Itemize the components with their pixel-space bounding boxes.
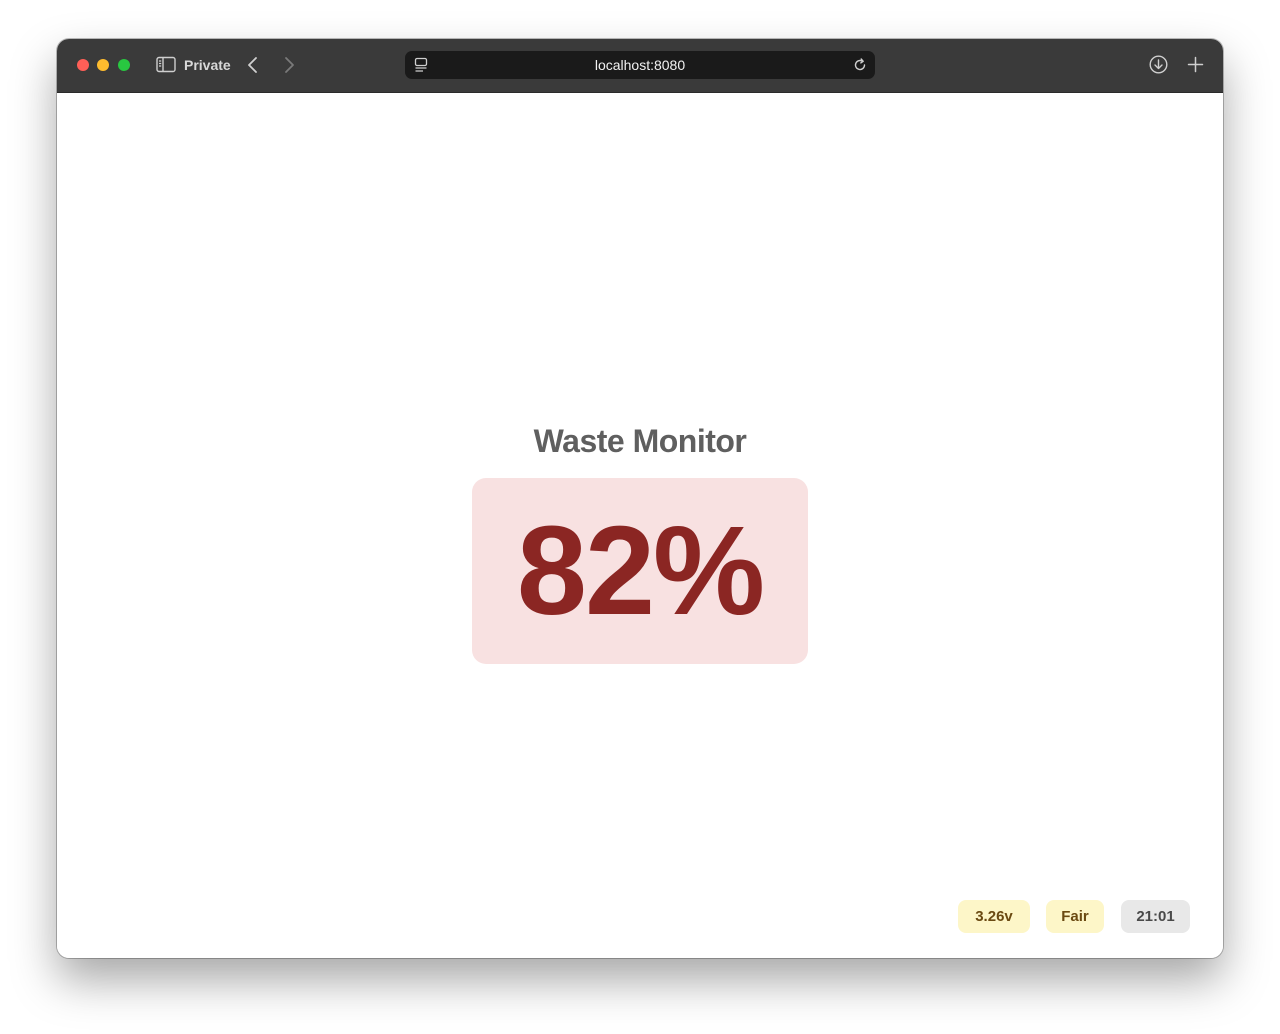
time-badge: 21:01 — [1121, 900, 1190, 933]
chevron-left-icon[interactable] — [246, 55, 260, 75]
reload-icon[interactable] — [853, 58, 867, 72]
browser-toolbar: Private localhost:8080 — [57, 39, 1223, 93]
private-mode-label: Private — [184, 57, 231, 73]
plus-icon[interactable] — [1187, 56, 1204, 73]
signal-badge: Fair — [1046, 900, 1104, 933]
chevron-right-icon[interactable] — [282, 55, 296, 75]
sidebar-icon[interactable] — [156, 56, 176, 73]
close-window-button[interactable] — [77, 59, 89, 71]
fill-level-card: 82% — [472, 478, 808, 664]
maximize-window-button[interactable] — [118, 59, 130, 71]
address-bar[interactable]: localhost:8080 — [405, 51, 875, 79]
page-title: Waste Monitor — [533, 423, 747, 459]
voltage-badge: 3.26v — [958, 900, 1030, 933]
url-text: localhost:8080 — [594, 57, 686, 73]
page-content: Waste Monitor 82% 3.26v Fair 21:01 — [57, 93, 1223, 958]
browser-window: Private localhost:8080 Waste Monitor 82%… — [57, 39, 1223, 958]
fill-level-value: 82% — [516, 500, 765, 641]
download-icon[interactable] — [1149, 55, 1168, 74]
minimize-window-button[interactable] — [97, 59, 109, 71]
